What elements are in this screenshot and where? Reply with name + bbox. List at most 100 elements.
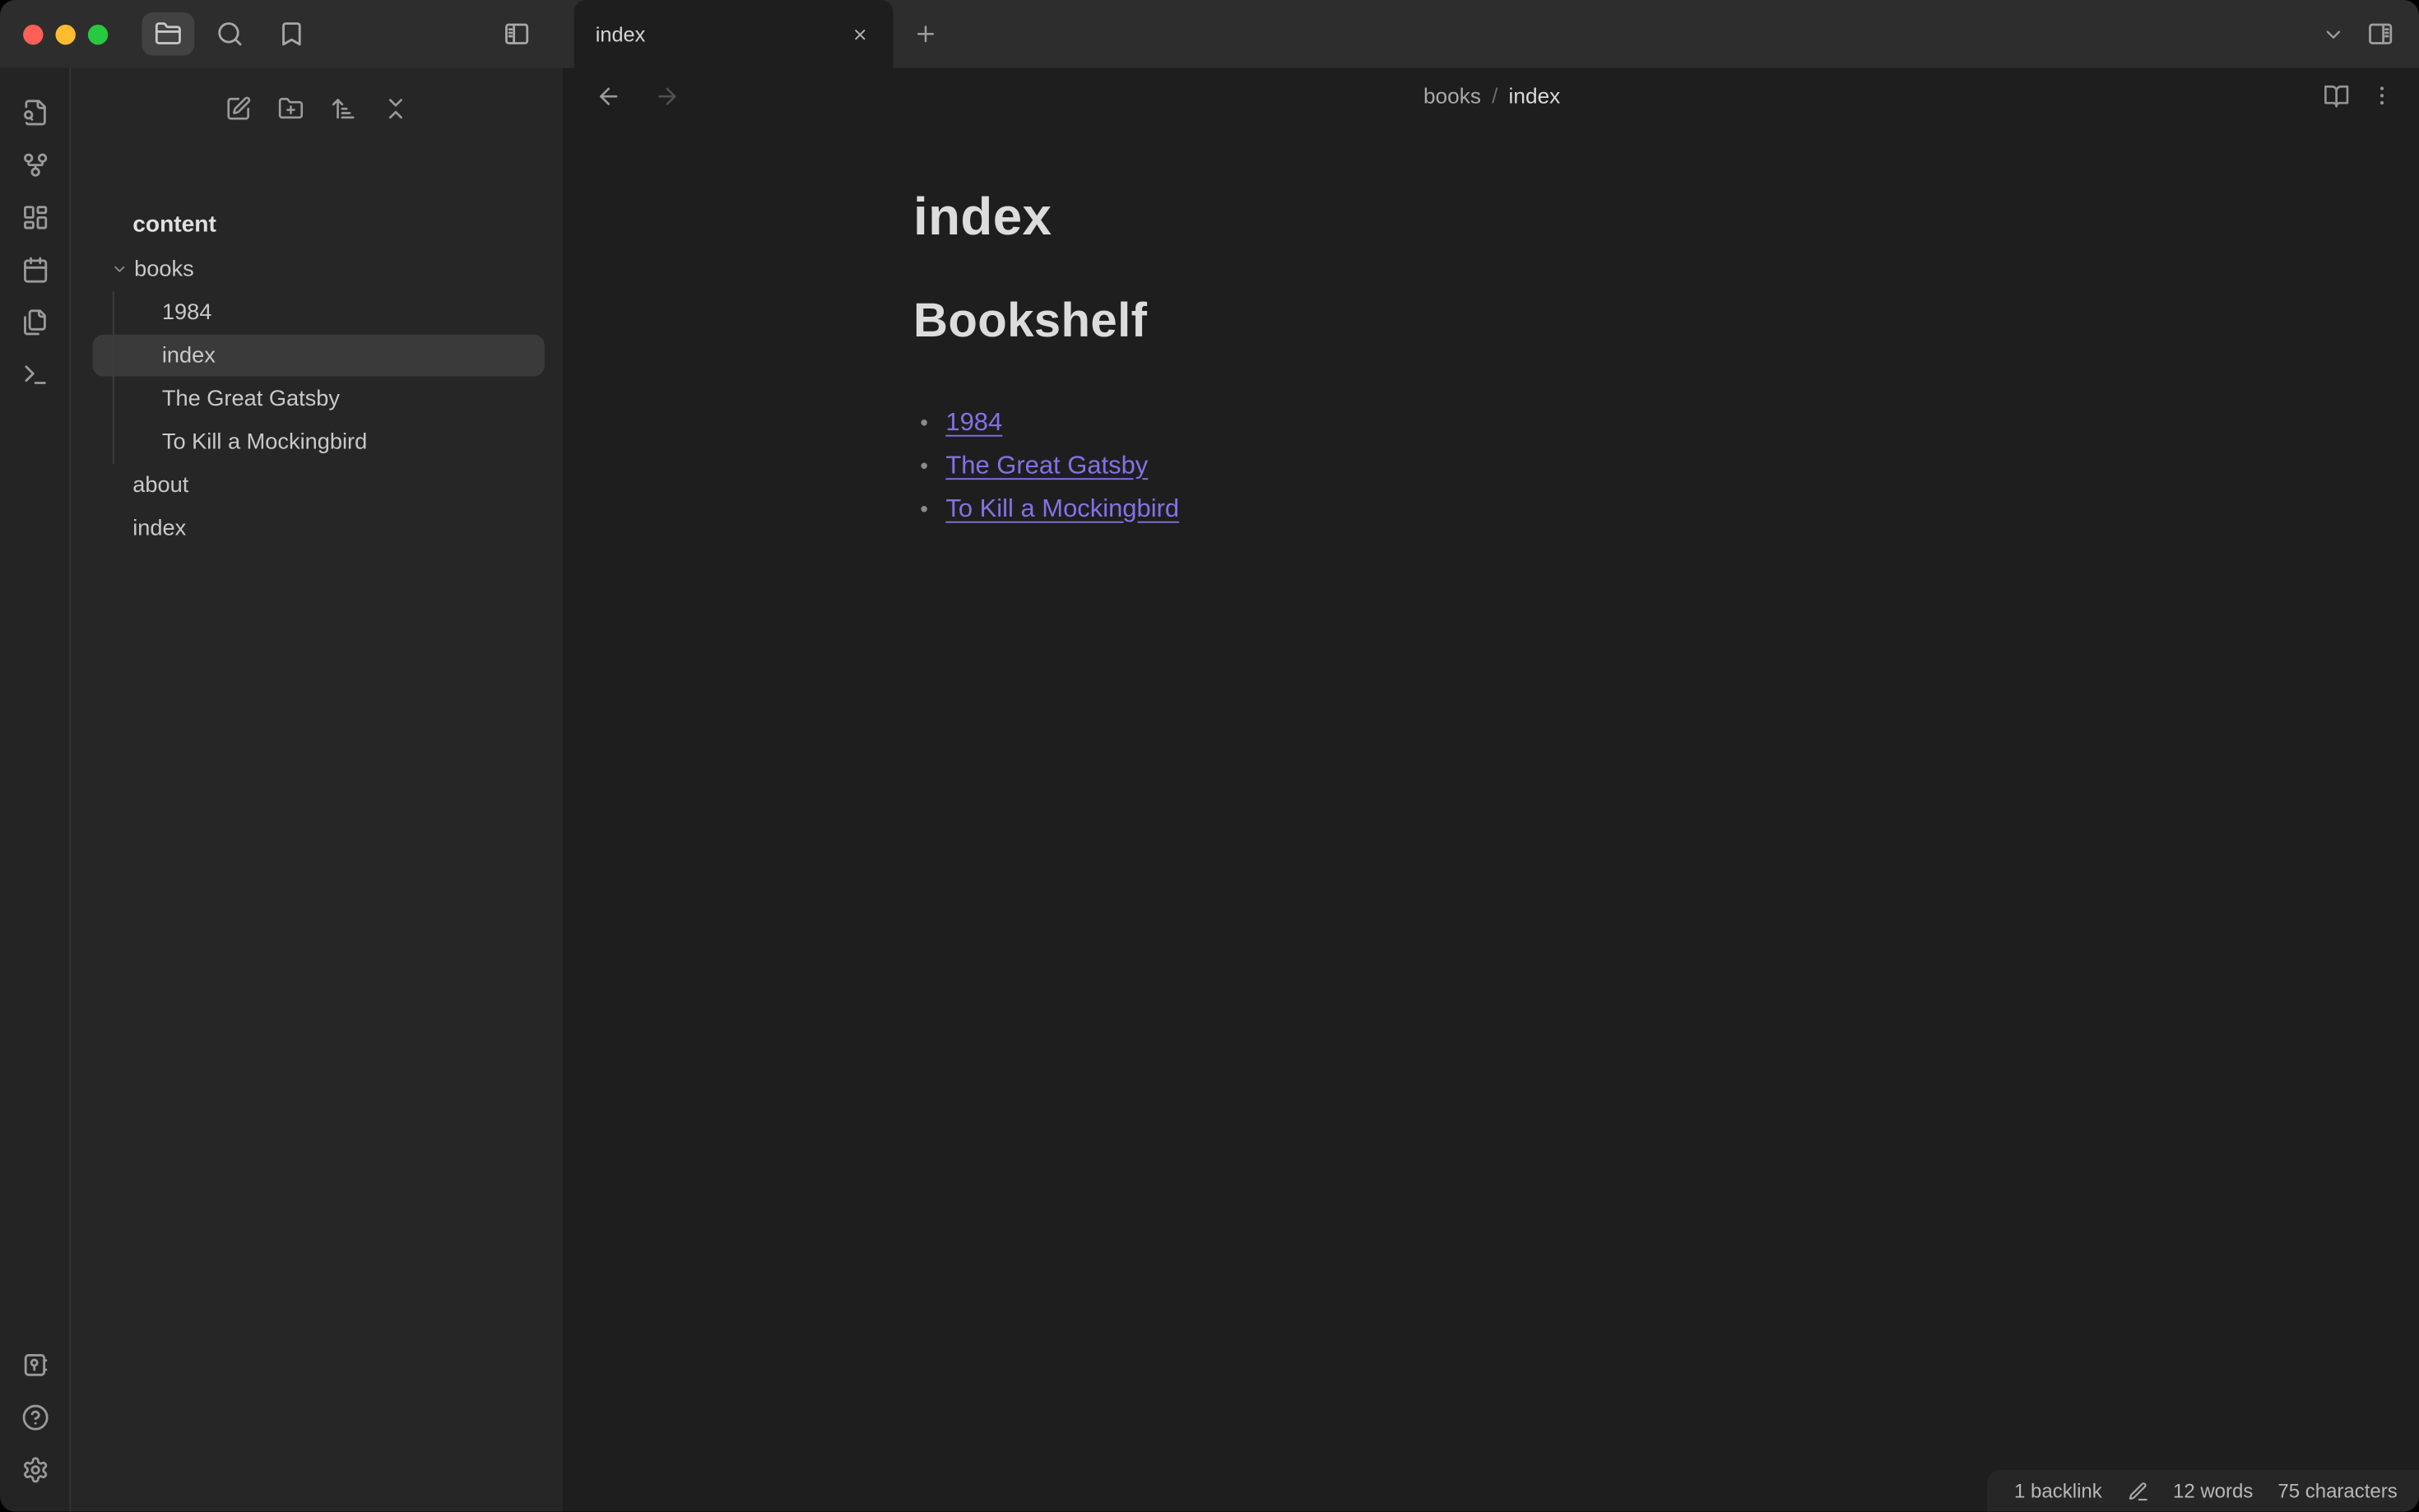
tree-file-1984[interactable]: 1984 bbox=[93, 291, 545, 333]
help-button[interactable] bbox=[8, 1391, 61, 1444]
link-the-great-gatsby[interactable]: The Great Gatsby bbox=[945, 451, 1148, 480]
tree-file-to-kill-a-mockingbird[interactable]: To Kill a Mockingbird bbox=[93, 421, 545, 463]
calendar-icon bbox=[21, 256, 49, 284]
explorer-toolbar bbox=[71, 81, 563, 137]
files-icon bbox=[21, 308, 49, 336]
ellipsis-vertical-icon bbox=[2370, 83, 2394, 108]
breadcrumb-separator: / bbox=[1492, 83, 1498, 109]
titlebar-right bbox=[2322, 0, 2419, 68]
note-scroll-area[interactable]: index Bookshelf 1984 The Great Gatsby To… bbox=[564, 123, 2419, 1512]
daily-note-button[interactable] bbox=[8, 243, 61, 296]
files-tab-button[interactable] bbox=[142, 12, 195, 56]
more-options-button[interactable] bbox=[2370, 83, 2394, 108]
new-folder-button[interactable] bbox=[269, 86, 313, 130]
link-1984[interactable]: 1984 bbox=[945, 408, 1002, 438]
graph-icon bbox=[21, 151, 49, 179]
close-icon bbox=[854, 29, 865, 39]
zoom-window-button[interactable] bbox=[87, 24, 109, 44]
obsidian-window: index content books 1984 index The Great… bbox=[0, 0, 2419, 1512]
tab-index[interactable]: index bbox=[573, 0, 894, 68]
character-count: 75 characters bbox=[2277, 1479, 2398, 1503]
bookmark-icon bbox=[278, 20, 306, 48]
chevron-down-icon[interactable] bbox=[104, 253, 135, 285]
bookmarks-tab-button[interactable] bbox=[266, 12, 318, 56]
note-heading-bookshelf: Bookshelf bbox=[913, 293, 1148, 347]
vault-title[interactable]: content bbox=[93, 202, 545, 247]
file-label: To Kill a Mockingbird bbox=[161, 429, 368, 455]
vault-icon bbox=[21, 1352, 49, 1380]
expand-right-sidebar-button[interactable] bbox=[2366, 20, 2394, 48]
file-label: about bbox=[132, 472, 189, 498]
stage: index content books 1984 index The Great… bbox=[0, 0, 2419, 1512]
collapse-left-sidebar-button[interactable] bbox=[490, 12, 543, 56]
bullet-dot bbox=[921, 420, 927, 426]
list-item: 1984 bbox=[913, 401, 2070, 445]
note-title: index bbox=[913, 188, 1052, 247]
square-pen-icon bbox=[225, 95, 252, 121]
panel-right-icon bbox=[2366, 20, 2394, 48]
sort-order-button[interactable] bbox=[322, 86, 365, 130]
open-vault-button[interactable] bbox=[8, 1339, 61, 1392]
tree-file-about[interactable]: about bbox=[93, 464, 545, 506]
traffic-lights bbox=[23, 24, 109, 44]
file-tree: content books 1984 index The Great Gatsb… bbox=[71, 201, 563, 551]
new-tab-button[interactable] bbox=[903, 11, 949, 57]
arrow-left-icon bbox=[595, 82, 621, 109]
graph-view-button[interactable] bbox=[8, 139, 61, 192]
workspace: content books 1984 index The Great Gatsb… bbox=[0, 67, 2419, 1512]
titlebar: index bbox=[0, 0, 2419, 68]
backlink-count[interactable]: 1 backlink bbox=[2008, 1479, 2109, 1502]
tree-folder-books[interactable]: books bbox=[93, 248, 545, 290]
titlebar-left bbox=[0, 0, 574, 68]
tab-list-dropdown-button[interactable] bbox=[2322, 22, 2345, 45]
help-circle-icon bbox=[21, 1403, 49, 1431]
indent-guide bbox=[112, 291, 114, 465]
tree-file-index-selected[interactable]: index bbox=[92, 334, 545, 377]
search-icon bbox=[216, 20, 244, 48]
templates-button[interactable] bbox=[8, 296, 61, 349]
navigate-forward-button[interactable] bbox=[645, 74, 689, 118]
tree-file-the-great-gatsby[interactable]: The Great Gatsby bbox=[93, 378, 545, 420]
list-item: To Kill a Mockingbird bbox=[913, 488, 2070, 531]
search-tab-button[interactable] bbox=[204, 12, 257, 56]
view-header: books / index bbox=[564, 68, 2419, 124]
chevrons-down-up-icon bbox=[383, 95, 409, 121]
status-bar: 1 backlink 12 words 75 characters bbox=[1986, 1469, 2419, 1512]
tree-file-index-root[interactable]: index bbox=[93, 508, 545, 550]
breadcrumb-index[interactable]: index bbox=[1509, 83, 1561, 108]
gear-icon bbox=[21, 1456, 49, 1484]
collapse-all-button[interactable] bbox=[374, 86, 418, 130]
pencil-line-icon bbox=[2127, 1480, 2148, 1501]
nav-buttons bbox=[587, 74, 689, 118]
list-item: The Great Gatsby bbox=[913, 444, 2070, 488]
canvas-button[interactable] bbox=[8, 192, 61, 244]
folder-label: books bbox=[134, 257, 194, 282]
new-note-button[interactable] bbox=[216, 86, 260, 130]
navigate-back-button[interactable] bbox=[587, 74, 630, 118]
settings-button[interactable] bbox=[8, 1444, 61, 1496]
file-label: The Great Gatsby bbox=[161, 386, 340, 411]
ribbon bbox=[0, 67, 72, 1512]
editing-mode-indicator[interactable] bbox=[2120, 1480, 2154, 1501]
book-open-icon bbox=[2324, 82, 2350, 109]
view-header-actions bbox=[2324, 82, 2394, 109]
editor-pane: books / index index Bookshelf 1984 The G… bbox=[564, 67, 2419, 1512]
folder-icon bbox=[155, 20, 183, 48]
file-explorer: content books 1984 index The Great Gatsb… bbox=[71, 67, 565, 1512]
panel-left-icon bbox=[503, 20, 531, 48]
bullet-dot bbox=[921, 462, 927, 469]
reading-mode-button[interactable] bbox=[2324, 82, 2350, 109]
close-tab-button[interactable] bbox=[841, 16, 878, 53]
breadcrumb: books / index bbox=[1423, 83, 1560, 108]
link-to-kill-a-mockingbird[interactable]: To Kill a Mockingbird bbox=[945, 494, 1179, 524]
quick-switcher-button[interactable] bbox=[8, 86, 61, 139]
arrow-right-icon bbox=[653, 82, 680, 109]
terminal-button[interactable] bbox=[8, 349, 61, 401]
minimize-window-button[interactable] bbox=[55, 24, 76, 44]
close-window-button[interactable] bbox=[23, 24, 44, 44]
tab-bar: index bbox=[573, 0, 2322, 68]
breadcrumb-books[interactable]: books bbox=[1423, 83, 1481, 108]
plus-icon bbox=[913, 21, 938, 46]
word-count: 12 words bbox=[2172, 1479, 2254, 1503]
note-content: index Bookshelf 1984 The Great Gatsby To… bbox=[913, 123, 2070, 531]
